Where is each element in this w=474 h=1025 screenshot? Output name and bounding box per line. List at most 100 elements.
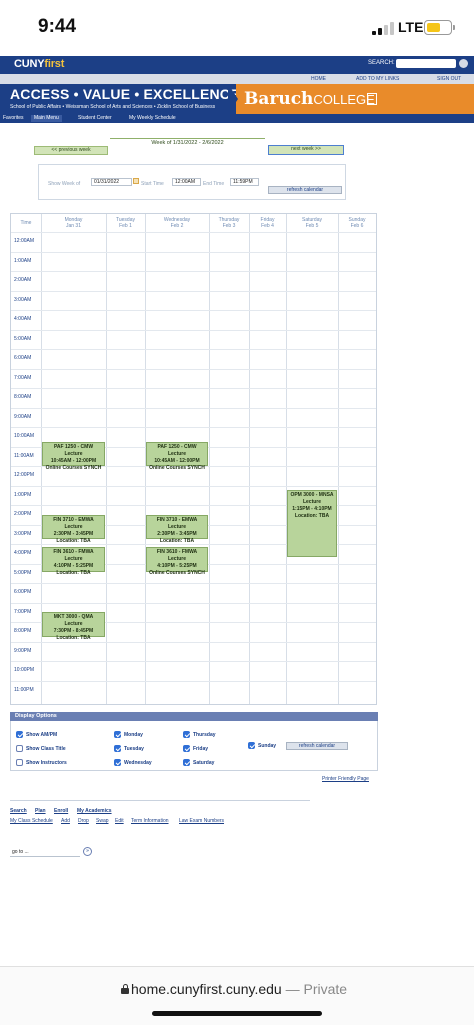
checkbox-label: Show Class Title [26, 746, 66, 752]
checkbox-sunday[interactable] [248, 742, 255, 749]
class-detail: 1:15PM - 4:10PM [292, 506, 332, 513]
class-event[interactable]: FIN 3710 - EMWA Lecture 2:30PM - 3:45PM Loc… [146, 514, 208, 544]
class-event[interactable]: FIN 3610 - FMWA Lecture 4:10PM - 5:25PM Loc… [42, 547, 105, 576]
nav-student-center[interactable]: Student Center [78, 115, 112, 122]
goto-select[interactable]: go to ... [10, 849, 80, 857]
footer-plan-link[interactable]: Plan [35, 808, 46, 814]
search-input[interactable] [396, 59, 456, 68]
class-detail: Lecture [167, 556, 187, 563]
display-refresh-calendar-button[interactable]: refresh calendar [286, 742, 348, 750]
checkbox-tuesday[interactable] [114, 745, 121, 752]
calendar-icon[interactable] [133, 178, 139, 184]
class-event[interactable]: PAF 1250 - CMW Lecture 10:45AM - 12:00PM On… [146, 441, 208, 471]
checkbox-show-am-pm[interactable] [16, 731, 23, 738]
class-code: FIN 3610 - FMWA [156, 549, 198, 556]
day-header-thursday: Thursday Feb 3 [209, 214, 249, 232]
checkbox-label: Thursday [193, 732, 216, 738]
checkbox-thursday[interactable] [183, 731, 190, 738]
checkbox-friday[interactable] [183, 745, 190, 752]
display-options-header[interactable]: Display Options [10, 712, 378, 721]
class-detail: 4:10PM - 5:25PM [53, 563, 94, 570]
add-to-my-links-link[interactable]: ADD TO MY LINKS [356, 76, 399, 82]
class-detail: 10:45AM - 12:00PM [154, 457, 200, 464]
checkbox-label: Friday [193, 746, 209, 752]
checkbox-show-instructors[interactable] [16, 759, 23, 766]
time-label: 3:00AM [14, 296, 32, 303]
checkbox-wednesday[interactable] [114, 759, 121, 766]
refresh-calendar-button[interactable]: refresh calendar [268, 186, 342, 194]
browser-address-bar[interactable]: home.cunyfirst.cuny.edu — Private [0, 966, 474, 1025]
footer-enroll-link[interactable]: Enroll [54, 808, 68, 814]
time-label: 11:00PM [14, 686, 34, 693]
url-text[interactable]: home.cunyfirst.cuny.edu — Private [131, 981, 347, 997]
drop-link[interactable]: Drop [78, 818, 89, 824]
class-detail: Lecture [64, 523, 83, 530]
class-event[interactable]: FIN 3710 - EMWA Lecture 2:30PM - 3:45PM Loc… [42, 514, 105, 544]
class-event[interactable]: FIN 3610 - FMWA Lecture 4:10PM - 5:25PM Onl… [146, 547, 208, 576]
class-detail: Location: TBA [56, 537, 91, 544]
checkbox-label: Tuesday [124, 746, 144, 752]
printer-friendly-link[interactable]: Printer Friendly Page [322, 776, 369, 782]
class-detail: Lecture [167, 523, 187, 530]
goto-button[interactable]: » [83, 847, 92, 856]
checkbox-label: Sunday [258, 743, 277, 749]
checkbox-label: Show AM/PM [26, 732, 58, 738]
add-link[interactable]: Add [61, 818, 70, 824]
class-detail: Lecture [64, 450, 83, 457]
start-time-label: Start Time [141, 181, 164, 187]
lock-icon [121, 984, 129, 994]
day-header-friday: Friday Feb 4 [249, 214, 286, 232]
edit-link[interactable]: Edit [115, 818, 124, 824]
time-column-header: Time [20, 220, 32, 226]
term-information-link[interactable]: Term Information [131, 818, 169, 824]
end-time-label: End Time [203, 181, 225, 187]
checkbox-saturday[interactable] [183, 759, 190, 766]
checkbox-show-class-title[interactable] [16, 745, 23, 752]
footer-search-link[interactable]: Search [10, 808, 27, 814]
previous-week-button[interactable]: << previous week [34, 146, 108, 155]
class-detail: 2:30PM - 3:45PM [157, 530, 197, 537]
my-class-schedule-link[interactable]: My Class Schedule [10, 818, 53, 824]
time-label: 6:00PM [14, 589, 32, 595]
nav-main-menu[interactable]: Main Menu [31, 115, 62, 122]
time-label: 8:00PM [14, 628, 32, 634]
time-label: 6:00AM [14, 355, 32, 361]
class-event[interactable]: MKT 3000 - QMA Lecture 7:30PM - 8:45PM Loca… [42, 612, 105, 641]
home-indicator [152, 1011, 322, 1016]
home-link[interactable]: HOME [311, 76, 326, 82]
checkbox-monday[interactable] [114, 731, 121, 738]
day-date: Feb 1 [119, 223, 132, 229]
class-event[interactable]: OPM 3000 - MNSA Lecture 1:15PM - 4:10PM Loc… [287, 490, 337, 558]
class-code: OPM 3000 - MNSA [290, 492, 334, 499]
day-header-saturday: Saturday Feb 5 [286, 214, 338, 232]
week-label: Week of 1/31/2022 - 2/6/2022 [151, 140, 224, 146]
class-code: FIN 3710 - EMWA [53, 516, 94, 523]
checkbox-label: Monday [124, 732, 143, 738]
swap-link[interactable]: Swap [96, 818, 109, 824]
footer-my-academics-link[interactable]: My Academics [77, 808, 112, 814]
cunyfirst-logo[interactable]: CUNYfirst [14, 58, 64, 70]
start-time-input[interactable]: 12:00AM [172, 178, 201, 186]
end-time-input[interactable]: 11:59PM [230, 178, 259, 186]
show-week-of-input[interactable]: 01/31/2022 [91, 178, 132, 186]
time-label: 7:00AM [14, 374, 32, 381]
nav-my-weekly-schedule[interactable]: My Weekly Schedule [129, 115, 176, 122]
day-date: Jan 31 [65, 223, 81, 229]
day-header-tuesday: Tuesday Feb 1 [106, 214, 145, 232]
time-label: 4:00AM [14, 316, 32, 322]
class-detail: Lecture [64, 556, 83, 563]
next-week-button[interactable]: next week >> [268, 145, 344, 155]
nav-favorites[interactable]: Favorites [3, 115, 24, 122]
class-detail: Location: TBA [294, 513, 330, 520]
sign-out-link[interactable]: SIGN OUT [437, 76, 461, 82]
search-go-button[interactable] [459, 59, 468, 68]
law-exam-numbers-link[interactable]: Law Exam Numbers [179, 818, 224, 824]
tagline: ACCESS • VALUE • EXCELLENCE [10, 86, 240, 102]
day-date: Feb 3 [222, 223, 236, 229]
day-header-monday: Monday Jan 31 [41, 214, 106, 232]
time-label: 12:00AM [14, 238, 35, 244]
banner: ACCESS • VALUE • EXCELLENCE School of Pu… [0, 84, 474, 114]
class-event[interactable]: PAF 1250 - CMW Lecture 10:45AM - 12:00PM On… [42, 441, 105, 471]
top-links-bar: HOME ADD TO MY LINKS SIGN OUT [0, 74, 474, 84]
class-code: MKT 3000 - QMA [53, 614, 94, 621]
